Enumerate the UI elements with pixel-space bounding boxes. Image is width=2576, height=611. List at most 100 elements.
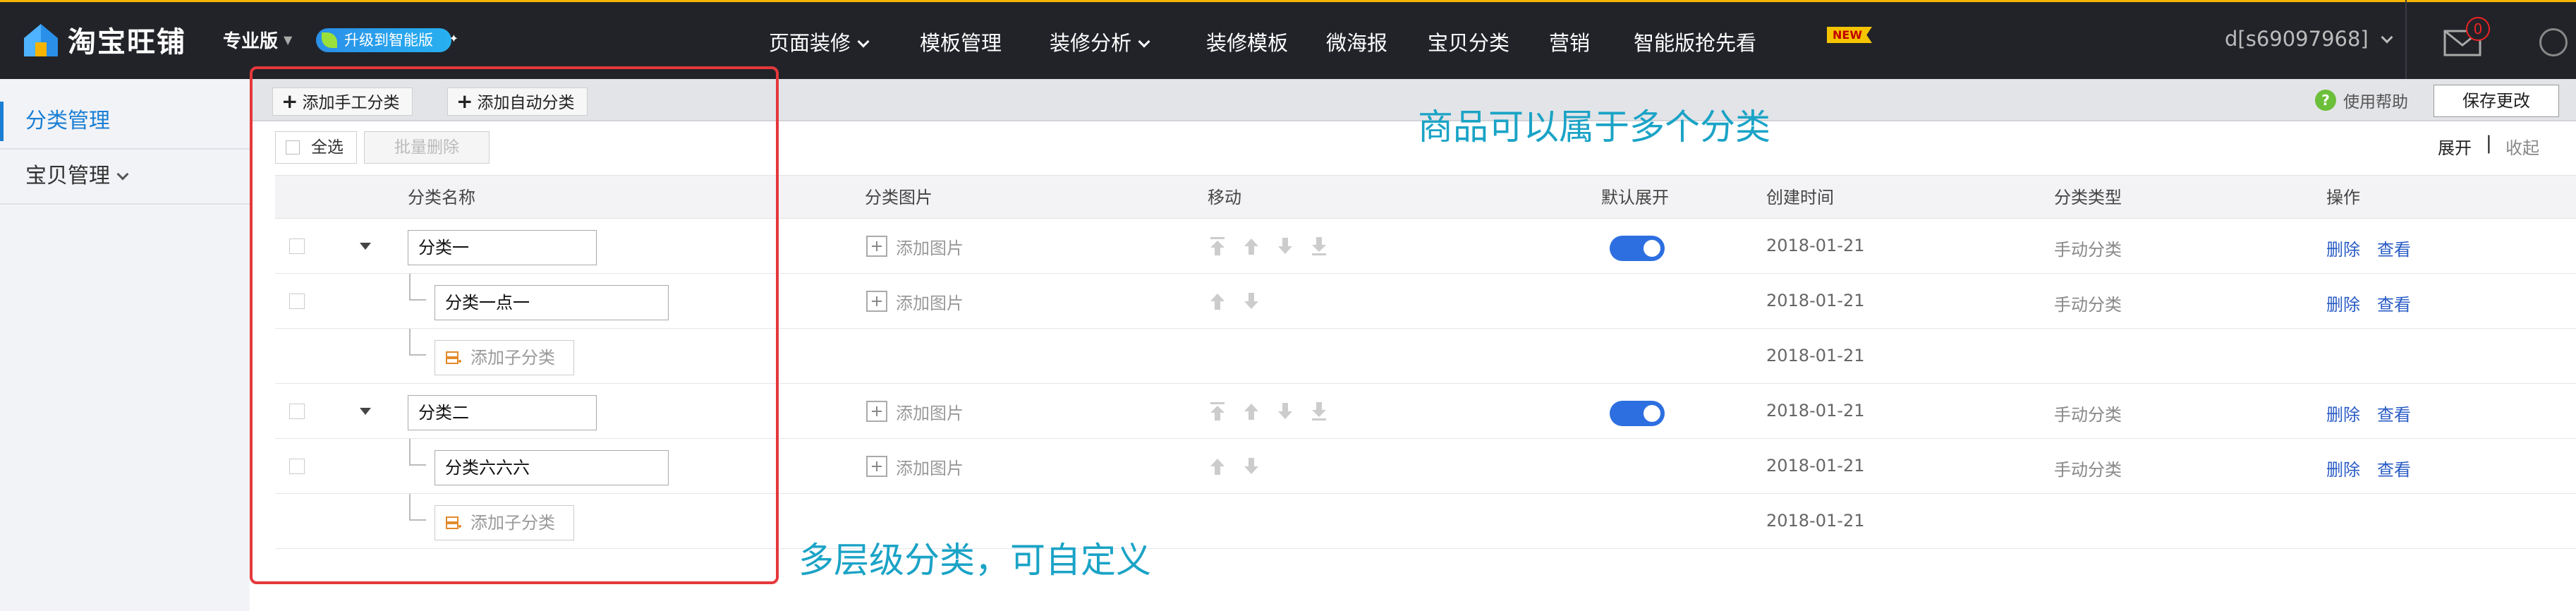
move-controls <box>1208 291 1261 312</box>
column-header: 分类类型 <box>2054 188 2122 207</box>
help-label: 使用帮助 <box>2343 93 2408 111</box>
nav-item-categories[interactable]: 宝贝分类 <box>1428 27 1509 56</box>
caret-down-icon: ▼ <box>284 33 293 47</box>
nav-decoration-analysis[interactable]: 装修分析 <box>1050 27 1150 56</box>
add-image-label: 添加图片 <box>896 293 964 313</box>
add-image-button[interactable]: 添加图片 <box>866 291 964 313</box>
move-to-top-icon[interactable] <box>1208 236 1227 257</box>
plus-square-icon <box>866 456 887 477</box>
move-to-bottom-icon[interactable] <box>1309 236 1329 257</box>
new-badge: NEW <box>1827 27 1872 43</box>
expand-all-link[interactable]: 展开 <box>2438 134 2472 159</box>
leaf-icon <box>322 32 337 48</box>
save-changes-button[interactable]: 保存更改 <box>2434 85 2559 117</box>
delete-link[interactable]: 删除 <box>2326 291 2360 315</box>
sidebar-item-item-management[interactable]: 宝贝管理 <box>0 150 250 203</box>
nav-smart-preview[interactable]: 智能版抢先看 <box>1634 27 1756 56</box>
nav-decoration-templates[interactable]: 装修模板 <box>1206 27 1288 56</box>
created-date: 2018-01-21 <box>1766 456 1865 476</box>
top-accent-strip <box>0 0 2576 2</box>
add-image-button[interactable]: 添加图片 <box>866 236 964 258</box>
move-down-icon[interactable] <box>1275 401 1295 422</box>
move-to-bottom-icon[interactable] <box>1309 401 1329 422</box>
view-link[interactable]: 查看 <box>2377 236 2411 260</box>
help-circle-icon[interactable] <box>2539 28 2568 56</box>
move-controls <box>1208 456 1261 477</box>
sidebar-item-label: 分类管理 <box>25 109 110 133</box>
account-menu[interactable]: d[s69097968] <box>2225 27 2393 51</box>
move-down-icon[interactable] <box>1275 236 1295 257</box>
sidebar: 分类管理 宝贝管理 <box>0 79 250 611</box>
chevron-down-icon <box>857 35 870 48</box>
sparkle-icon: ✦ <box>449 32 458 45</box>
nav-label: 智能版抢先看 <box>1634 31 1757 55</box>
category-type: 手动分类 <box>2054 460 2122 480</box>
category-type: 手动分类 <box>2054 240 2122 260</box>
edition-selector[interactable]: 专业版 ▼ <box>223 27 292 53</box>
sidebar-item-category-management[interactable]: 分类管理 <box>0 95 250 148</box>
view-link[interactable]: 查看 <box>2377 291 2411 315</box>
chevron-down-icon <box>1138 35 1150 48</box>
edition-label: 专业版 <box>223 31 279 52</box>
nav-marketing[interactable]: 营销 <box>1549 27 1590 56</box>
move-up-icon[interactable] <box>1241 236 1261 257</box>
plus-square-icon <box>866 291 887 312</box>
column-header: 操作 <box>2326 188 2360 207</box>
shop-logo-icon <box>24 24 58 56</box>
nav-label: 微海报 <box>1326 31 1388 55</box>
collapse-all-link[interactable]: 收起 <box>2505 134 2539 159</box>
default-expand-toggle[interactable] <box>1610 401 1665 426</box>
nav-label: 装修模板 <box>1206 31 1289 55</box>
created-date: 2018-01-21 <box>1766 236 1865 255</box>
view-link[interactable]: 查看 <box>2377 456 2411 480</box>
category-type: 手动分类 <box>2054 405 2122 425</box>
move-down-icon[interactable] <box>1241 291 1261 312</box>
delete-link[interactable]: 删除 <box>2326 236 2360 260</box>
nav-label: 装修分析 <box>1050 31 1132 55</box>
move-controls <box>1208 236 1329 257</box>
chevron-down-icon <box>2381 31 2393 44</box>
nav-page-decoration[interactable]: 页面装修 <box>769 27 870 56</box>
upgrade-label: 升级到智能版 <box>344 32 433 49</box>
add-image-label: 添加图片 <box>896 403 964 423</box>
column-header: 默认展开 <box>1601 188 1669 207</box>
chevron-down-icon <box>116 168 129 181</box>
brand[interactable]: 淘宝旺铺 <box>21 17 186 62</box>
created-date: 2018-01-21 <box>1766 511 1865 531</box>
created-date: 2018-01-21 <box>1766 401 1865 421</box>
created-date: 2018-01-21 <box>1766 346 1865 365</box>
add-image-button[interactable]: 添加图片 <box>866 401 964 423</box>
add-image-label: 添加图片 <box>896 238 964 258</box>
add-image-button[interactable]: 添加图片 <box>866 456 964 478</box>
divider <box>0 203 250 205</box>
column-header: 移动 <box>1208 188 1241 207</box>
highlight-frame <box>250 66 779 584</box>
add-image-label: 添加图片 <box>896 458 964 478</box>
help-link[interactable]: ? 使用帮助 <box>2315 87 2408 113</box>
nav-label: 宝贝分类 <box>1428 31 1510 55</box>
view-link[interactable]: 查看 <box>2377 401 2411 425</box>
upgrade-button[interactable]: 升级到智能版 ✦ <box>316 28 458 52</box>
divider <box>2405 0 2407 79</box>
delete-link[interactable]: 删除 <box>2326 456 2360 480</box>
sidebar-item-label: 宝贝管理 <box>25 164 110 188</box>
nav-label: 页面装修 <box>769 31 851 55</box>
question-icon: ? <box>2315 90 2336 111</box>
nav-template-management[interactable]: 模板管理 <box>920 27 1002 56</box>
column-header: 分类图片 <box>865 188 932 207</box>
move-up-icon[interactable] <box>1241 401 1261 422</box>
account-name: d[s69097968] <box>2225 27 2369 51</box>
plus-square-icon <box>866 236 887 257</box>
move-to-top-icon[interactable] <box>1208 401 1227 422</box>
move-down-icon[interactable] <box>1241 456 1261 477</box>
brand-name: 淘宝旺铺 <box>68 26 186 59</box>
column-header: 创建时间 <box>1766 188 1834 207</box>
move-up-icon[interactable] <box>1208 456 1227 477</box>
delete-link[interactable]: 删除 <box>2326 401 2360 425</box>
created-date: 2018-01-21 <box>1766 291 1865 310</box>
move-up-icon[interactable] <box>1208 291 1227 312</box>
nav-micro-poster[interactable]: 微海报 <box>1326 27 1387 56</box>
nav-label: 模板管理 <box>920 31 1002 55</box>
default-expand-toggle[interactable] <box>1610 236 1665 261</box>
move-controls <box>1208 401 1329 422</box>
